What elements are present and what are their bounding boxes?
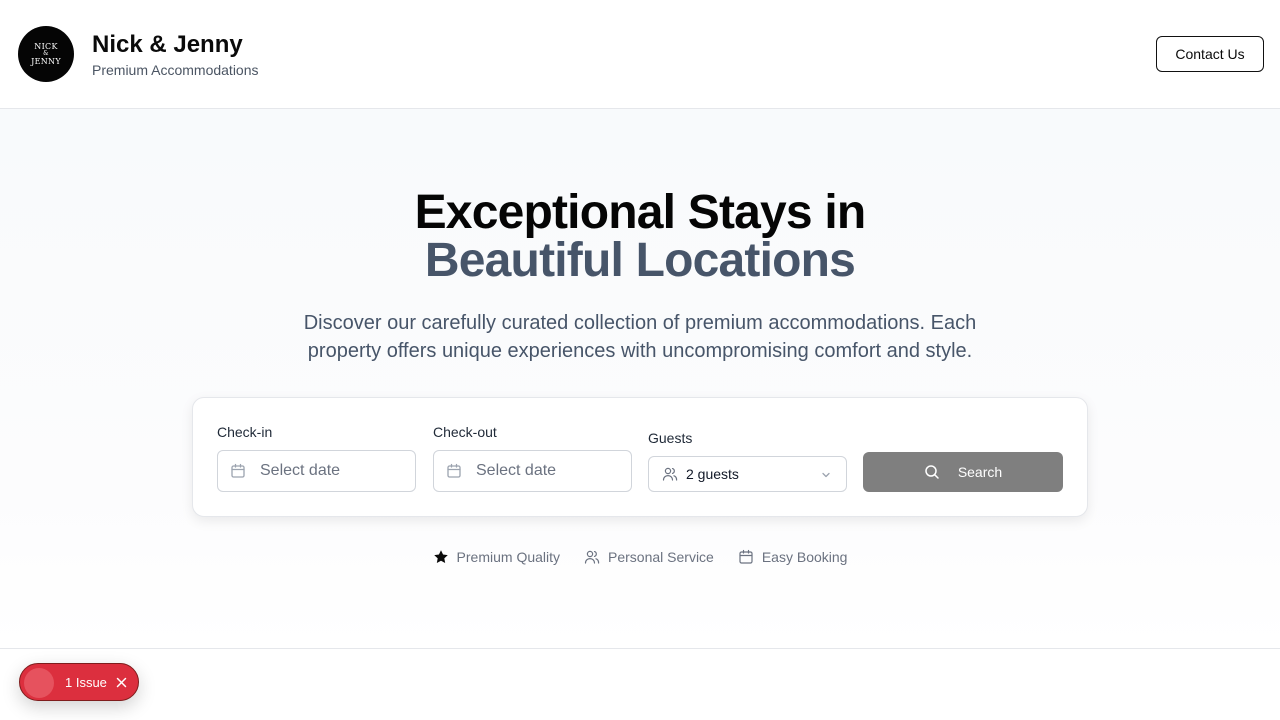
checkin-placeholder: Select date bbox=[260, 462, 341, 479]
feature-premium-quality: Premium Quality bbox=[433, 549, 560, 565]
feature-personal-service: Personal Service bbox=[584, 549, 714, 565]
star-icon bbox=[433, 549, 449, 565]
issue-count-label: 1 Issue bbox=[65, 675, 107, 690]
search-card: Check-in Select date Check-out Select da… bbox=[192, 397, 1088, 517]
brand-tagline: Premium Accommodations bbox=[92, 62, 259, 78]
guests-value: 2 guests bbox=[686, 466, 739, 482]
contact-us-button[interactable]: Contact Us bbox=[1156, 36, 1264, 72]
feature-label: Easy Booking bbox=[761, 549, 848, 565]
guests-label: Guests bbox=[648, 430, 693, 446]
users-icon bbox=[584, 549, 600, 565]
calendar-icon bbox=[738, 549, 754, 565]
users-icon bbox=[662, 466, 678, 482]
checkout-placeholder: Select date bbox=[476, 462, 557, 479]
hero-title-line-1: Exceptional Stays in bbox=[414, 186, 867, 239]
site-header: NICK & JENNY Nick & Jenny Premium Accomm… bbox=[0, 0, 1280, 109]
calendar-icon bbox=[230, 463, 246, 479]
feature-list: Premium Quality Personal Service Easy Bo… bbox=[0, 549, 1280, 565]
search-button[interactable]: Search bbox=[863, 452, 1063, 492]
logo-line-jenny: JENNY bbox=[31, 57, 61, 66]
calendar-icon bbox=[446, 463, 462, 479]
brand-logo[interactable]: NICK & JENNY bbox=[18, 26, 74, 82]
chevron-down-icon bbox=[820, 469, 832, 481]
issue-indicator-icon bbox=[24, 668, 54, 698]
issue-badge[interactable]: 1 Issue bbox=[19, 663, 139, 701]
hero-title-line-2: Beautiful Locations bbox=[424, 234, 856, 287]
feature-easy-booking: Easy Booking bbox=[738, 549, 848, 565]
guests-select[interactable]: 2 guests bbox=[648, 456, 847, 492]
hero-description: Discover our carefully curated collectio… bbox=[303, 312, 977, 362]
close-icon[interactable] bbox=[115, 676, 128, 689]
checkout-label: Check-out bbox=[433, 424, 497, 440]
checkin-label: Check-in bbox=[217, 424, 273, 440]
search-icon bbox=[924, 464, 940, 480]
brand-name[interactable]: Nick & Jenny bbox=[92, 31, 243, 59]
hero-title: Exceptional Stays in Beautiful Locations bbox=[0, 189, 1280, 285]
feature-label: Premium Quality bbox=[456, 549, 561, 565]
feature-label: Personal Service bbox=[608, 549, 714, 565]
checkout-date-input[interactable]: Select date bbox=[433, 450, 632, 492]
hero-section: Exceptional Stays in Beautiful Locations… bbox=[0, 109, 1280, 649]
search-button-label: Search bbox=[957, 464, 1003, 480]
checkin-date-input[interactable]: Select date bbox=[217, 450, 416, 492]
